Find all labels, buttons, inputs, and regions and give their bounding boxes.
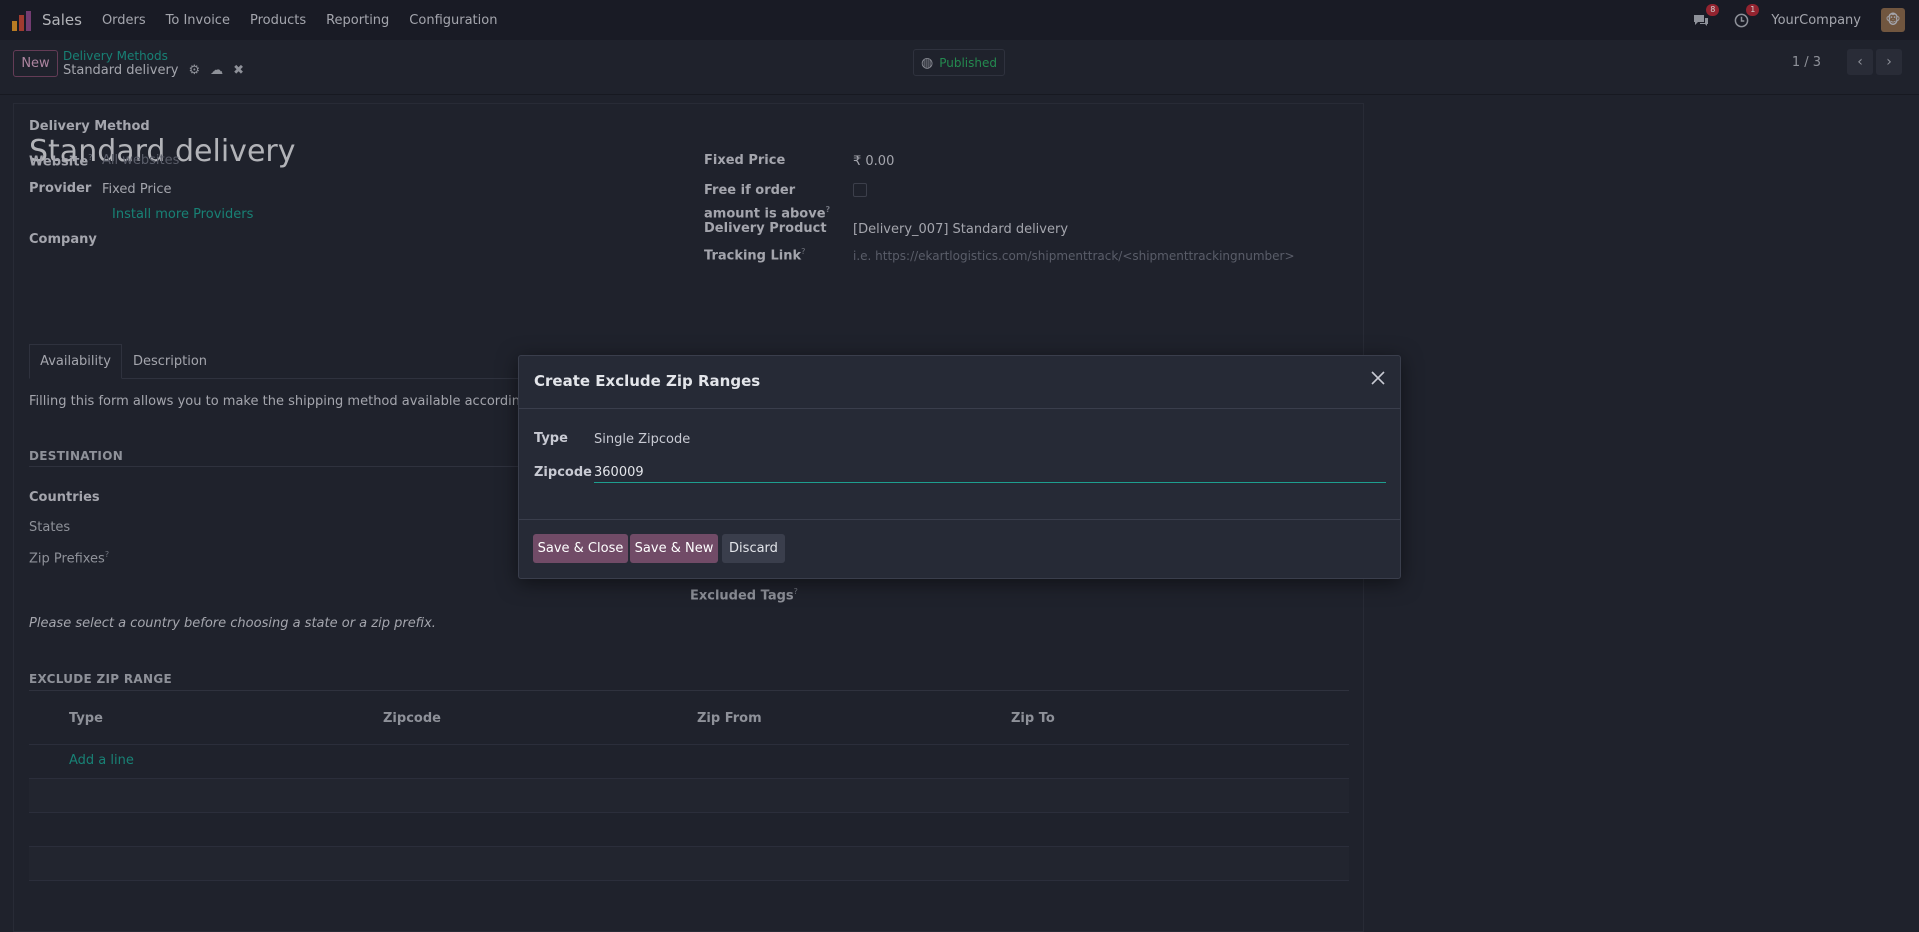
discard-button[interactable]: Discard (722, 534, 785, 563)
save-new-button[interactable]: Save & New (630, 534, 718, 563)
zipcode-label: Zipcode (534, 465, 592, 480)
dialog-footer: Save & Close Save & New Discard (519, 519, 1400, 578)
type-label: Type (534, 431, 568, 446)
create-exclude-zip-dialog: Create Exclude Zip Ranges Type Single Zi… (518, 355, 1401, 579)
save-close-button[interactable]: Save & Close (533, 534, 628, 563)
dialog-header: Create Exclude Zip Ranges (519, 356, 1400, 409)
type-field[interactable]: Single Zipcode (594, 432, 690, 447)
close-icon[interactable] (1368, 370, 1388, 390)
zipcode-input[interactable]: 360009 (594, 462, 1386, 483)
zipcode-value: 360009 (594, 465, 644, 480)
dialog-title: Create Exclude Zip Ranges (534, 372, 761, 390)
